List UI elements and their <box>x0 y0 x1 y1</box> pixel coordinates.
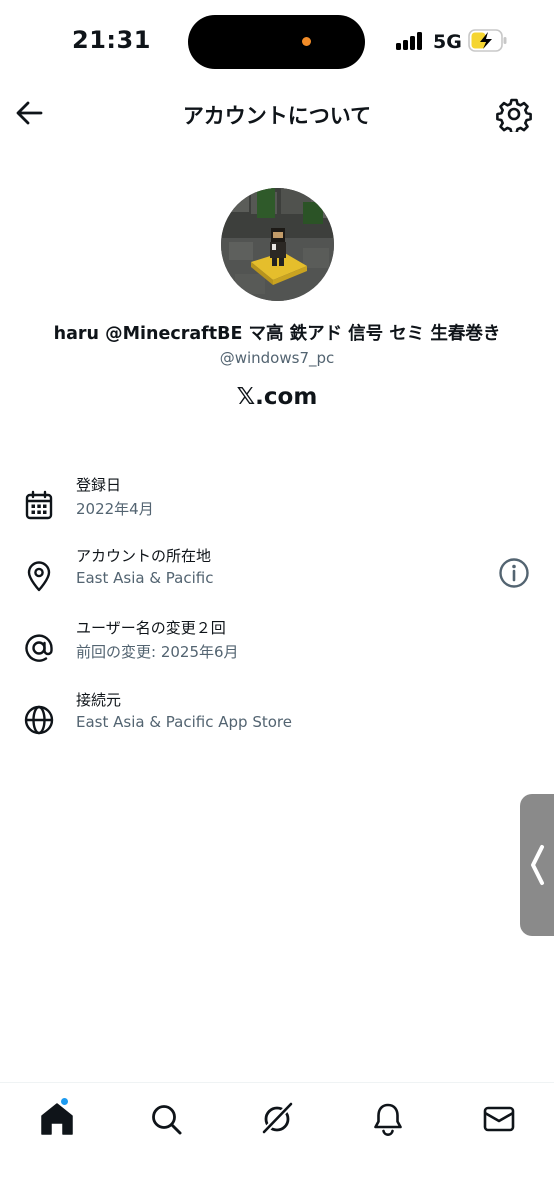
nav-messages[interactable] <box>479 1099 519 1139</box>
info-value: 前回の変更: 2025年6月 <box>76 643 239 661</box>
globe-icon <box>24 705 54 735</box>
dynamic-island <box>188 15 365 69</box>
home-icon <box>41 1103 73 1135</box>
nav-grok[interactable] <box>257 1099 297 1139</box>
header: アカウントについて <box>0 84 554 146</box>
status-bar: 21:31 5G <box>0 0 554 84</box>
info-row-username-changes: ユーザー名の変更２回 前回の変更: 2025年6月 <box>0 617 554 675</box>
info-row-location: アカウントの所在地 East Asia & Pacific <box>0 545 554 603</box>
info-row-joined: 登録日 2022年4月 <box>0 474 554 532</box>
chevron-left-icon <box>531 845 544 885</box>
info-label: 接続元 <box>76 691 122 709</box>
signal-icon <box>396 32 426 50</box>
avatar-image <box>221 188 334 301</box>
battery-charging-icon <box>468 29 507 52</box>
avatar[interactable] <box>221 188 334 301</box>
info-value: East Asia & Pacific App Store <box>76 713 292 731</box>
site-label: 𝕏.com <box>236 384 318 410</box>
notifications-icon <box>374 1103 402 1136</box>
info-icon[interactable] <box>497 556 531 590</box>
privacy-indicator-dot <box>302 37 311 46</box>
location-pin-icon <box>27 561 51 592</box>
network-label: 5G <box>433 31 462 53</box>
grok-icon <box>262 1102 293 1134</box>
display-name: haru @MinecraftBE マ高 鉄アド 信号 セミ 生春巻き <box>53 324 501 344</box>
bottom-nav <box>0 1082 554 1200</box>
calendar-icon <box>25 490 53 520</box>
nav-home[interactable] <box>37 1097 77 1139</box>
info-value: 2022年4月 <box>76 500 154 518</box>
info-label: 登録日 <box>76 476 122 494</box>
status-time: 21:31 <box>72 26 151 54</box>
nav-search[interactable] <box>146 1099 186 1139</box>
username-handle: @windows7_pc <box>219 349 335 367</box>
gear-icon[interactable] <box>496 96 532 132</box>
page-title: アカウントについて <box>182 104 372 128</box>
info-value: East Asia & Pacific <box>76 569 214 587</box>
at-sign-icon <box>25 634 53 662</box>
side-panel-handle[interactable] <box>520 794 554 936</box>
notification-badge-dot <box>60 1097 69 1106</box>
messages-icon <box>483 1106 515 1132</box>
info-row-connected-via: 接続元 East Asia & Pacific App Store <box>0 689 554 747</box>
search-icon <box>152 1105 182 1135</box>
info-label: ユーザー名の変更２回 <box>76 619 226 637</box>
nav-notifications[interactable] <box>368 1099 408 1139</box>
info-label: アカウントの所在地 <box>76 547 212 565</box>
